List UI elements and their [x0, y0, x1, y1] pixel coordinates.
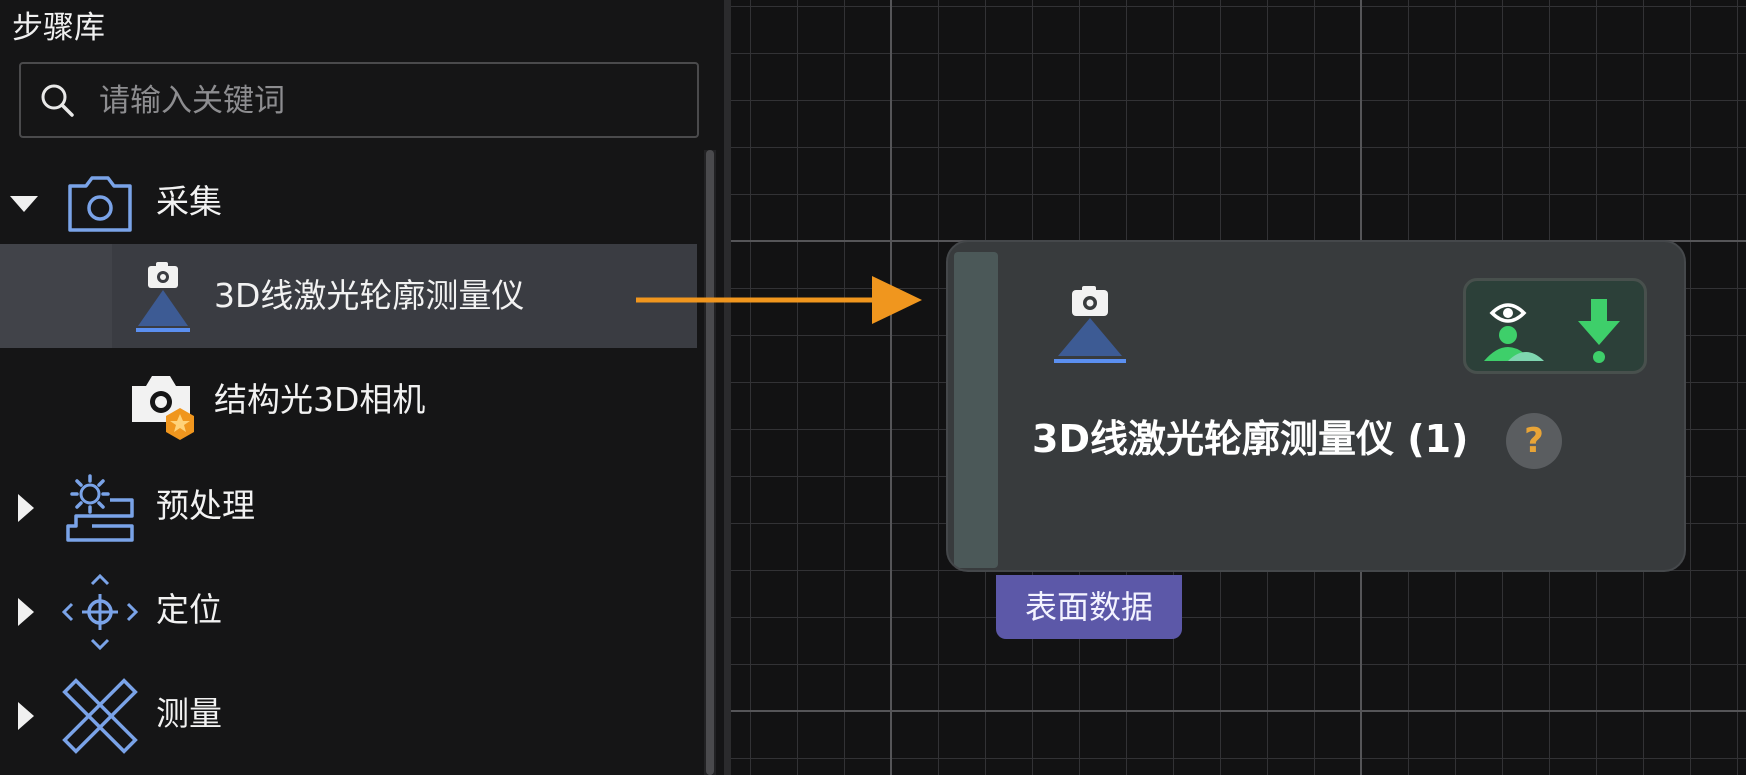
category-measure[interactable]: 测量: [0, 662, 697, 766]
output-port-surface-data[interactable]: 表面数据: [996, 575, 1182, 639]
measure-icon: [62, 678, 138, 754]
category-label: 测量: [156, 694, 222, 733]
step-item-structured-light-camera[interactable]: 结构光3D相机: [0, 348, 697, 452]
laser-profiler-icon: [1054, 286, 1126, 363]
caret-right-icon[interactable]: [8, 596, 40, 628]
app-root: 步骤库 采集: [0, 0, 1746, 775]
panel-splitter[interactable]: [724, 0, 731, 775]
view-icon[interactable]: [1478, 295, 1546, 363]
drag-arrow-icon: [636, 276, 922, 324]
locate-icon: [62, 574, 138, 650]
node-status-stripe: [954, 252, 998, 568]
download-icon[interactable]: [1574, 295, 1624, 363]
preprocess-icon: [66, 474, 134, 542]
panel-title: 步骤库: [12, 10, 105, 46]
caret-right-icon[interactable]: [8, 700, 40, 732]
selection-gutter: [0, 244, 112, 348]
step-item-laser-profiler[interactable]: 3D线激光轮廓测量仪: [0, 244, 697, 348]
caret-right-icon[interactable]: [8, 492, 40, 524]
node-title: 3D线激光轮廓测量仪 (1): [1032, 417, 1469, 461]
node-badge-group: [1463, 278, 1647, 374]
step-library-panel: 步骤库 采集: [0, 0, 725, 775]
structured-light-camera-icon: [132, 376, 194, 440]
category-label: 预处理: [156, 486, 255, 525]
step-node[interactable]: 3D线激光轮廓测量仪 (1) ?: [946, 240, 1686, 572]
caret-down-icon[interactable]: [8, 188, 40, 220]
help-button[interactable]: ?: [1506, 413, 1562, 469]
category-preprocess[interactable]: 预处理: [0, 454, 697, 558]
search-input[interactable]: [97, 76, 681, 126]
category-label: 定位: [156, 590, 222, 629]
laser-profiler-icon: [136, 262, 190, 332]
step-item-label: 3D线激光轮廓测量仪: [214, 276, 525, 315]
step-item-label: 结构光3D相机: [214, 380, 426, 419]
scrollbar-thumb[interactable]: [706, 150, 714, 775]
search-icon: [41, 84, 74, 117]
category-locate[interactable]: 定位: [0, 558, 697, 662]
sidebar-scrollbar[interactable]: [704, 150, 716, 775]
search-box[interactable]: [19, 62, 699, 138]
category-label: 采集: [156, 182, 222, 221]
camera-icon: [68, 176, 132, 232]
category-capture[interactable]: 采集: [0, 150, 697, 254]
